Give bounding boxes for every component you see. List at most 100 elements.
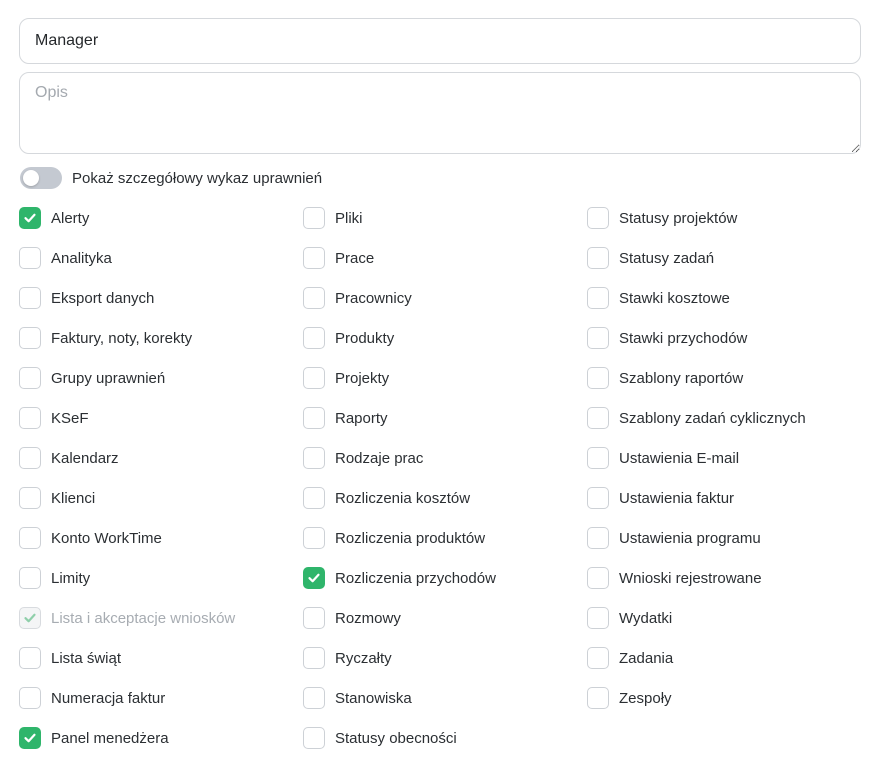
permission-statusy-zadan[interactable]: Statusy zadań: [587, 238, 867, 278]
checkbox[interactable]: [587, 447, 609, 469]
permission-rozliczenia-przychodow[interactable]: Rozliczenia przychodów: [303, 558, 587, 598]
detailed-permissions-toggle[interactable]: [20, 167, 62, 189]
checkbox[interactable]: [19, 487, 41, 509]
checkbox[interactable]: [19, 247, 41, 269]
permission-faktury-noty-korekty[interactable]: Faktury, noty, korekty: [19, 318, 303, 358]
checkbox[interactable]: [303, 487, 325, 509]
permission-lista-i-akceptacje-wnioskow: Lista i akceptacje wniosków: [19, 598, 303, 638]
role-description-textarea[interactable]: [19, 72, 861, 154]
checkbox[interactable]: [19, 407, 41, 429]
permission-ustawienia-faktur[interactable]: Ustawienia faktur: [587, 478, 867, 518]
checkbox[interactable]: [19, 447, 41, 469]
check-icon: [24, 733, 36, 743]
checkbox[interactable]: [587, 647, 609, 669]
permission-rodzaje-prac[interactable]: Rodzaje prac: [303, 438, 587, 478]
checkbox[interactable]: [303, 647, 325, 669]
permission-label: Panel menedżera: [51, 729, 169, 747]
checkbox[interactable]: [303, 247, 325, 269]
permission-label: KSeF: [51, 409, 89, 427]
permission-stawki-kosztowe[interactable]: Stawki kosztowe: [587, 278, 867, 318]
checkbox[interactable]: [19, 327, 41, 349]
checkbox[interactable]: [19, 647, 41, 669]
checkbox[interactable]: [303, 207, 325, 229]
checkbox: [19, 607, 41, 629]
permission-raporty[interactable]: Raporty: [303, 398, 587, 438]
checkbox[interactable]: [303, 687, 325, 709]
permission-ksef[interactable]: KSeF: [19, 398, 303, 438]
permission-stawki-przychodow[interactable]: Stawki przychodów: [587, 318, 867, 358]
permission-label: Rozmowy: [335, 609, 401, 627]
permission-stanowiska[interactable]: Stanowiska: [303, 678, 587, 718]
checkbox[interactable]: [587, 607, 609, 629]
checkbox[interactable]: [19, 367, 41, 389]
checkbox[interactable]: [303, 367, 325, 389]
checkbox[interactable]: [587, 527, 609, 549]
permission-ryczalty[interactable]: Ryczałty: [303, 638, 587, 678]
permission-produkty[interactable]: Produkty: [303, 318, 587, 358]
permission-prace[interactable]: Prace: [303, 238, 587, 278]
permission-lista-swiat[interactable]: Lista świąt: [19, 638, 303, 678]
permission-label: Eksport danych: [51, 289, 155, 307]
permission-projekty[interactable]: Projekty: [303, 358, 587, 398]
checkbox[interactable]: [303, 727, 325, 749]
checkbox[interactable]: [19, 527, 41, 549]
checkbox[interactable]: [587, 207, 609, 229]
checkbox[interactable]: [587, 287, 609, 309]
permission-ustawienia-e-mail[interactable]: Ustawienia E-mail: [587, 438, 867, 478]
permission-pliki[interactable]: Pliki: [303, 198, 587, 238]
permission-panel-menedzera[interactable]: Panel menedżera: [19, 718, 303, 758]
permission-grupy-uprawnien[interactable]: Grupy uprawnień: [19, 358, 303, 398]
checkbox[interactable]: [303, 567, 325, 589]
check-icon: [24, 613, 36, 623]
checkbox[interactable]: [19, 727, 41, 749]
detailed-permissions-toggle-row: Pokaż szczegółowy wykaz uprawnień: [20, 166, 322, 190]
empty-cell: [587, 718, 867, 758]
checkbox[interactable]: [303, 327, 325, 349]
role-name-input[interactable]: [19, 18, 861, 64]
permission-label: Statusy projektów: [619, 209, 738, 227]
permission-analityka[interactable]: Analityka: [19, 238, 303, 278]
permission-label: Pracownicy: [335, 289, 412, 307]
checkbox[interactable]: [587, 687, 609, 709]
checkbox[interactable]: [19, 567, 41, 589]
permission-limity[interactable]: Limity: [19, 558, 303, 598]
permission-klienci[interactable]: Klienci: [19, 478, 303, 518]
permission-eksport-danych[interactable]: Eksport danych: [19, 278, 303, 318]
permission-ustawienia-programu[interactable]: Ustawienia programu: [587, 518, 867, 558]
permission-statusy-projektow[interactable]: Statusy projektów: [587, 198, 867, 238]
checkbox[interactable]: [587, 407, 609, 429]
permission-wnioski-rejestrowane[interactable]: Wnioski rejestrowane: [587, 558, 867, 598]
checkbox[interactable]: [587, 367, 609, 389]
permission-kalendarz[interactable]: Kalendarz: [19, 438, 303, 478]
permission-konto-worktime[interactable]: Konto WorkTime: [19, 518, 303, 558]
permission-szablony-zadan-cyklicznych[interactable]: Szablony zadań cyklicznych: [587, 398, 867, 438]
permission-rozmowy[interactable]: Rozmowy: [303, 598, 587, 638]
checkbox[interactable]: [303, 287, 325, 309]
permissions-grid: Alerty Pliki Statusy projektów Analityka Pra…: [19, 198, 867, 758]
permission-zespoly[interactable]: Zespoły: [587, 678, 867, 718]
permission-numeracja-faktur[interactable]: Numeracja faktur: [19, 678, 303, 718]
checkbox[interactable]: [303, 407, 325, 429]
permission-pracownicy[interactable]: Pracownicy: [303, 278, 587, 318]
permission-statusy-obecnosci[interactable]: Statusy obecności: [303, 718, 587, 758]
permission-alerty[interactable]: Alerty: [19, 198, 303, 238]
permission-szablony-raportow[interactable]: Szablony raportów: [587, 358, 867, 398]
permission-rozliczenia-kosztow[interactable]: Rozliczenia kosztów: [303, 478, 587, 518]
checkbox[interactable]: [19, 207, 41, 229]
permission-label: Zadania: [619, 649, 674, 667]
checkbox[interactable]: [19, 287, 41, 309]
permission-label: Rozliczenia kosztów: [335, 489, 471, 507]
permission-wydatki[interactable]: Wydatki: [587, 598, 867, 638]
checkbox[interactable]: [303, 527, 325, 549]
checkbox[interactable]: [303, 447, 325, 469]
checkbox[interactable]: [587, 487, 609, 509]
check-icon: [308, 573, 320, 583]
checkbox[interactable]: [303, 607, 325, 629]
permission-label: Szablony raportów: [619, 369, 744, 387]
permission-rozliczenia-produktow[interactable]: Rozliczenia produktów: [303, 518, 587, 558]
checkbox[interactable]: [19, 687, 41, 709]
checkbox[interactable]: [587, 327, 609, 349]
checkbox[interactable]: [587, 567, 609, 589]
permission-zadania[interactable]: Zadania: [587, 638, 867, 678]
checkbox[interactable]: [587, 247, 609, 269]
